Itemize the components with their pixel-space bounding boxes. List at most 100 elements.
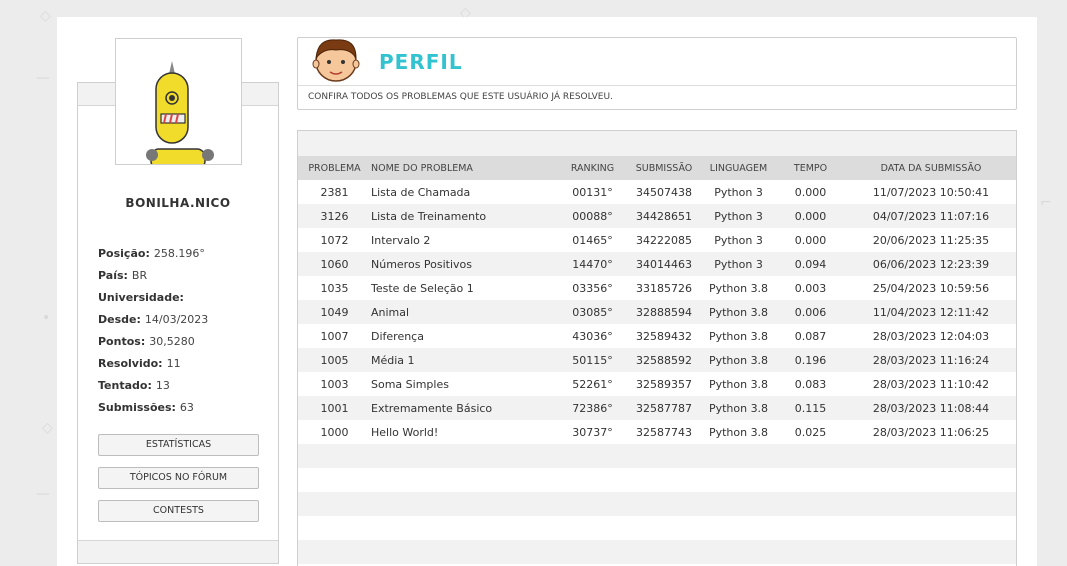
cell-submission-id[interactable]: 34428651 <box>626 204 702 228</box>
cell-language: Python 3.8 <box>708 305 769 319</box>
cell-language: Python 3 <box>714 209 763 223</box>
background-decoration: ◇ <box>40 8 51 24</box>
panel-top-bar <box>298 131 1016 156</box>
cell-problem-name[interactable]: Lista de Chamada <box>371 180 559 204</box>
table-row[interactable]: 1003 Soma Simples 52261° 32589357 Python 3.8… <box>298 372 1016 396</box>
cell-problem-name[interactable]: Média 1 <box>371 348 559 372</box>
cell-submission-id[interactable]: 34222085 <box>626 228 702 252</box>
table-row[interactable]: 1072 Intervalo 2 01465° 34222085 Python 3 0.0… <box>298 228 1016 252</box>
empty-row <box>298 492 1016 516</box>
cell-problem-id[interactable]: 1035 <box>298 276 371 300</box>
cell-submission-id[interactable]: 32587787 <box>626 396 702 420</box>
page-title: PERFIL <box>379 50 463 74</box>
background-decoration: ⌐ <box>1040 195 1052 211</box>
cell-problem-id[interactable]: 1001 <box>298 396 371 420</box>
cell-submission-date: 11/07/2023 10:50:41 <box>872 185 990 199</box>
cell-problem-id[interactable]: 1060 <box>298 252 371 276</box>
cell-problem-id[interactable]: 1049 <box>298 300 371 324</box>
col-time[interactable]: TEMPO <box>775 156 846 180</box>
cell-language: Python 3 <box>714 185 763 199</box>
contests-button[interactable]: CONTESTS <box>98 500 259 522</box>
table-row[interactable]: 1000 Hello World! 30737° 32587743 Python 3.8… <box>298 420 1016 444</box>
cell-problem-id[interactable]: 1003 <box>298 372 371 396</box>
cell-problem-name[interactable]: Números Positivos <box>371 252 559 276</box>
table-row[interactable]: 1035 Teste de Seleção 1 03356° 33185726 Pyth… <box>298 276 1016 300</box>
table-row[interactable]: 2381 Lista de Chamada 00131° 34507438 Python… <box>298 180 1016 204</box>
cell-problem-name[interactable]: Lista de Treinamento <box>371 204 559 228</box>
cell-submission-date: 06/06/2023 12:23:39 <box>872 257 990 271</box>
cell-submission-date: 25/04/2023 10:59:56 <box>872 281 990 295</box>
col-language[interactable]: LINGUAGEM <box>702 156 775 180</box>
cell-submission-id[interactable]: 32589357 <box>626 372 702 396</box>
cell-problem-id[interactable]: 3126 <box>298 204 371 228</box>
cell-problem-id[interactable]: 1005 <box>298 348 371 372</box>
cell-ranking: 43036° <box>572 329 613 343</box>
col-submission[interactable]: SUBMISSÃO <box>626 156 702 180</box>
cell-language: Python 3.8 <box>708 353 769 367</box>
username: BONILHA.NICO <box>125 196 231 210</box>
cell-submission-date: 11/04/2023 12:11:42 <box>872 305 990 319</box>
cell-problem-name[interactable]: Soma Simples <box>371 372 559 396</box>
cell-problem-id[interactable]: 1007 <box>298 324 371 348</box>
cell-time: 0.000 <box>794 209 827 223</box>
table-header-row: PROBLEMA NOME DO PROBLEMA RANKING SUBMIS… <box>298 156 1016 180</box>
cell-ranking: 52261° <box>572 377 613 391</box>
header-divider <box>298 85 1016 86</box>
cell-problem-id[interactable]: 2381 <box>298 180 371 204</box>
cell-problem-name[interactable]: Intervalo 2 <box>371 228 559 252</box>
cell-time: 0.087 <box>794 329 827 343</box>
cell-time: 0.003 <box>794 281 827 295</box>
cell-submission-id[interactable]: 34014463 <box>626 252 702 276</box>
cell-submission-id[interactable]: 32888594 <box>626 300 702 324</box>
cell-problem-name[interactable]: Teste de Seleção 1 <box>371 276 559 300</box>
table-row[interactable]: 1049 Animal 03085° 32888594 Python 3.8 0.006 1… <box>298 300 1016 324</box>
cell-submission-id[interactable]: 34507438 <box>626 180 702 204</box>
table-row[interactable]: 1060 Números Positivos 14470° 34014463 Pytho… <box>298 252 1016 276</box>
cell-submission-date: 28/03/2023 11:06:25 <box>872 425 990 439</box>
cell-time: 0.083 <box>794 377 827 391</box>
background-decoration: • <box>42 310 51 326</box>
solved-problems-table: PROBLEMA NOME DO PROBLEMA RANKING SUBMIS… <box>298 156 1016 564</box>
boy-face-icon <box>312 39 360 82</box>
table-body: 2381 Lista de Chamada 00131° 34507438 Python… <box>298 180 1016 564</box>
cell-ranking: 01465° <box>572 233 613 247</box>
cell-language: Python 3.8 <box>708 281 769 295</box>
empty-row <box>298 468 1016 492</box>
cell-submission-date: 20/06/2023 11:25:35 <box>872 233 990 247</box>
table-row[interactable]: 1007 Diferença 43036° 32589432 Python 3.8 0.0… <box>298 324 1016 348</box>
col-problem-name[interactable]: NOME DO PROBLEMA <box>371 156 559 180</box>
info-position: Posição: 258.196° <box>98 247 205 260</box>
robot-avatar-icon <box>146 61 214 164</box>
col-submission-date[interactable]: DATA DA SUBMISSÃO <box>846 156 1016 180</box>
cell-submission-date: 28/03/2023 11:08:44 <box>872 401 990 415</box>
cell-problem-name[interactable]: Hello World! <box>371 420 559 444</box>
col-ranking[interactable]: RANKING <box>559 156 626 180</box>
cell-time: 0.006 <box>794 305 827 319</box>
cell-language: Python 3.8 <box>708 401 769 415</box>
cell-submission-id[interactable]: 32589432 <box>626 324 702 348</box>
cell-submission-id[interactable]: 32587743 <box>626 420 702 444</box>
statistics-button[interactable]: ESTATÍSTICAS <box>98 434 259 456</box>
table-row[interactable]: 1005 Média 1 50115° 32588592 Python 3.8 0.196… <box>298 348 1016 372</box>
cell-problem-id[interactable]: 1072 <box>298 228 371 252</box>
cell-submission-id[interactable]: 32588592 <box>626 348 702 372</box>
cell-time: 0.000 <box>794 185 827 199</box>
cell-submission-id[interactable]: 33185726 <box>626 276 702 300</box>
cell-problem-name[interactable]: Extremamente Básico <box>371 396 559 420</box>
cell-problem-id[interactable]: 1000 <box>298 420 371 444</box>
cell-time: 0.000 <box>794 233 827 247</box>
table-row[interactable]: 1001 Extremamente Básico 72386° 32587787 Pyt… <box>298 396 1016 420</box>
solved-problems-panel: PROBLEMA NOME DO PROBLEMA RANKING SUBMIS… <box>297 130 1017 566</box>
cell-submission-date: 28/03/2023 11:16:24 <box>872 353 990 367</box>
col-problem[interactable]: PROBLEMA <box>298 156 371 180</box>
sidebar-bottom-bar <box>78 540 278 563</box>
cell-problem-name[interactable]: Diferença <box>371 324 559 348</box>
forum-topics-button[interactable]: TÓPICOS NO FÓRUM <box>98 467 259 489</box>
info-points: Pontos: 30,5280 <box>98 335 195 348</box>
background-decoration: ◇ <box>42 420 53 436</box>
info-solved: Resolvido: 11 <box>98 357 181 370</box>
cell-problem-name[interactable]: Animal <box>371 300 559 324</box>
table-row[interactable]: 3126 Lista de Treinamento 00088° 34428651 Py… <box>298 204 1016 228</box>
cell-ranking: 03085° <box>572 305 613 319</box>
cell-time: 0.115 <box>794 401 827 415</box>
